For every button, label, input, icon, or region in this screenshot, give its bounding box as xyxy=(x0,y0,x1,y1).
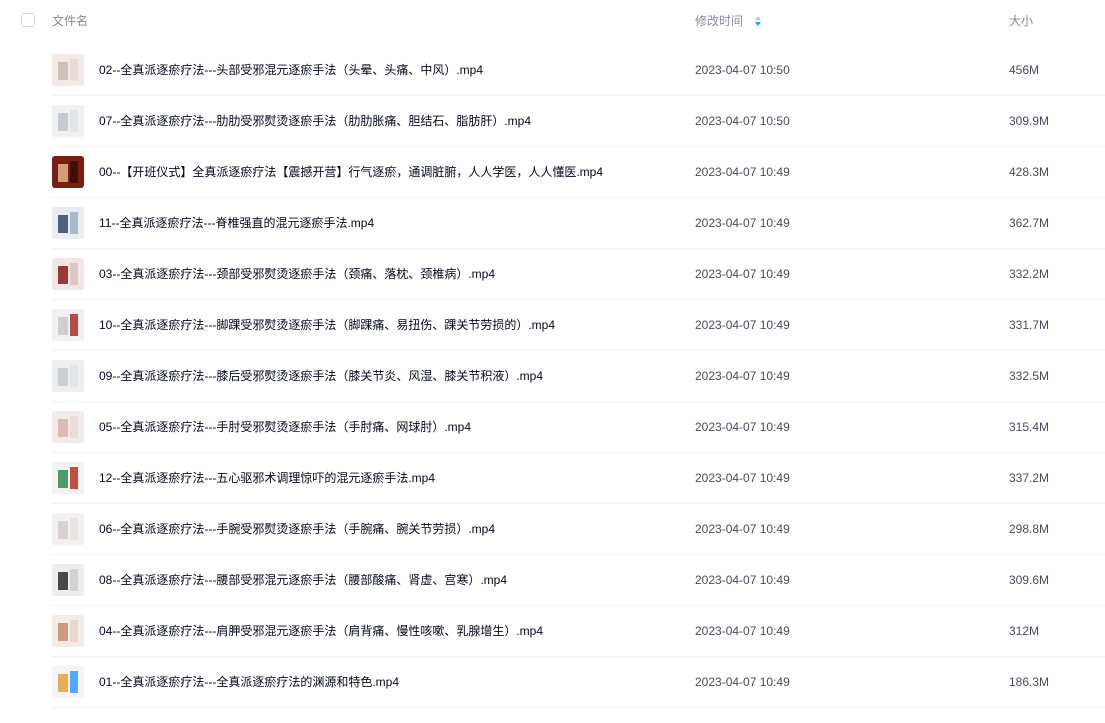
video-thumbnail[interactable] xyxy=(52,615,84,647)
file-name[interactable]: 09--全真派逐瘀疗法---膝后受邪熨烫逐瘀手法（膝关节炎、风湿、膝关节积液）.… xyxy=(99,368,543,384)
file-row[interactable]: 08--全真派逐瘀疗法---腰部受邪混元逐瘀手法（腰部酸痛、肾虚、宫寒）.mp4… xyxy=(0,555,1105,606)
column-header-name[interactable]: 文件名 xyxy=(52,13,88,29)
file-name[interactable]: 00--【开班仪式】全真派逐瘀疗法【震撼开营】行气逐瘀，通调脏腑，人人学医，人人… xyxy=(99,164,603,180)
file-size: 309.9M xyxy=(1009,114,1050,128)
video-thumbnail[interactable] xyxy=(52,360,84,392)
file-modified-time: 2023-04-07 10:49 xyxy=(695,318,790,332)
file-modified-time: 2023-04-07 10:49 xyxy=(695,522,790,536)
file-name[interactable]: 10--全真派逐瘀疗法---脚踝受邪熨烫逐瘀手法（脚踝痛、易扭伤、踝关节劳损的）… xyxy=(99,317,555,333)
video-thumbnail[interactable] xyxy=(52,564,84,596)
video-thumbnail[interactable] xyxy=(52,309,84,341)
file-row[interactable]: 11--全真派逐瘀疗法---脊椎强直的混元逐瘀手法.mp4 2023-04-07 … xyxy=(0,198,1105,249)
file-modified-time: 2023-04-07 10:49 xyxy=(695,267,790,281)
file-modified-time: 2023-04-07 10:49 xyxy=(695,573,790,587)
file-row[interactable]: 06--全真派逐瘀疗法---手腕受邪熨烫逐瘀手法（手腕痛、腕关节劳损）.mp4 2… xyxy=(0,504,1105,555)
file-size: 186.3M xyxy=(1009,675,1050,689)
file-row[interactable]: 07--全真派逐瘀疗法---肋肋受邪熨烫逐瘀手法（肋肋胀痛、胆结石、脂肪肝）.m… xyxy=(0,96,1105,147)
file-name[interactable]: 02--全真派逐瘀疗法---头部受邪混元逐瘀手法（头晕、头痛、中风）.mp4 xyxy=(99,62,483,78)
file-name[interactable]: 12--全真派逐瘀疗法---五心驱邪术调理惊吓的混元逐瘀手法.mp4 xyxy=(99,470,435,486)
file-modified-time: 2023-04-07 10:49 xyxy=(695,624,790,638)
file-row[interactable]: 02--全真派逐瘀疗法---头部受邪混元逐瘀手法（头晕、头痛、中风）.mp4 20… xyxy=(0,45,1105,96)
file-row[interactable]: 01--全真派逐瘀疗法---全真派逐瘀疗法的渊源和特色.mp4 2023-04-0… xyxy=(0,657,1105,708)
file-size: 309.6M xyxy=(1009,573,1050,587)
file-size: 362.7M xyxy=(1009,216,1050,230)
file-name[interactable]: 08--全真派逐瘀疗法---腰部受邪混元逐瘀手法（腰部酸痛、肾虚、宫寒）.mp4 xyxy=(99,572,507,588)
file-row[interactable]: 04--全真派逐瘀疗法---肩胛受邪混元逐瘀手法（肩背痛、慢性咳嗽、乳腺增生）.… xyxy=(0,606,1105,657)
file-modified-time: 2023-04-07 10:49 xyxy=(695,420,790,434)
file-row[interactable]: 00--【开班仪式】全真派逐瘀疗法【震撼开营】行气逐瘀，通调脏腑，人人学医，人人… xyxy=(0,147,1105,198)
video-thumbnail[interactable] xyxy=(52,666,84,698)
file-size: 298.8M xyxy=(1009,522,1050,536)
select-all-checkbox[interactable] xyxy=(21,13,35,27)
list-header: 文件名 修改时间 大小 xyxy=(0,0,1105,44)
file-size: 315.4M xyxy=(1009,420,1050,434)
file-modified-time: 2023-04-07 10:49 xyxy=(695,216,790,230)
sort-icon[interactable] xyxy=(754,15,762,27)
file-modified-time: 2023-04-07 10:49 xyxy=(695,369,790,383)
file-size: 312M xyxy=(1009,624,1040,638)
file-size: 332.2M xyxy=(1009,267,1050,281)
file-size: 337.2M xyxy=(1009,471,1050,485)
file-name[interactable]: 03--全真派逐瘀疗法---颈部受邪熨烫逐瘀手法（颈痛、落枕、颈椎病）.mp4 xyxy=(99,266,495,282)
file-modified-time: 2023-04-07 10:49 xyxy=(695,675,790,689)
column-header-size[interactable]: 大小 xyxy=(1009,13,1033,29)
file-row[interactable]: 03--全真派逐瘀疗法---颈部受邪熨烫逐瘀手法（颈痛、落枕、颈椎病）.mp4 2… xyxy=(0,249,1105,300)
file-modified-time: 2023-04-07 10:50 xyxy=(695,63,790,77)
file-size: 456M xyxy=(1009,63,1040,77)
video-thumbnail[interactable] xyxy=(52,156,84,188)
file-modified-time: 2023-04-07 10:49 xyxy=(695,471,790,485)
file-name[interactable]: 11--全真派逐瘀疗法---脊椎强直的混元逐瘀手法.mp4 xyxy=(99,215,374,231)
file-size: 428.3M xyxy=(1009,165,1050,179)
file-row[interactable]: 12--全真派逐瘀疗法---五心驱邪术调理惊吓的混元逐瘀手法.mp4 2023-0… xyxy=(0,453,1105,504)
video-thumbnail[interactable] xyxy=(52,207,84,239)
file-name[interactable]: 05--全真派逐瘀疗法---手肘受邪熨烫逐瘀手法（手肘痛、网球肘）.mp4 xyxy=(99,419,471,435)
file-list: 文件名 修改时间 大小 02--全真派逐瘀疗法---头部受邪混元逐瘀手法（头晕、… xyxy=(0,0,1105,723)
file-row[interactable]: 09--全真派逐瘀疗法---膝后受邪熨烫逐瘀手法（膝关节炎、风湿、膝关节积液）.… xyxy=(0,351,1105,402)
file-modified-time: 2023-04-07 10:49 xyxy=(695,165,790,179)
file-name[interactable]: 04--全真派逐瘀疗法---肩胛受邪混元逐瘀手法（肩背痛、慢性咳嗽、乳腺增生）.… xyxy=(99,623,543,639)
video-thumbnail[interactable] xyxy=(52,54,84,86)
file-size: 332.5M xyxy=(1009,369,1050,383)
video-thumbnail[interactable] xyxy=(52,411,84,443)
file-rows: 02--全真派逐瘀疗法---头部受邪混元逐瘀手法（头晕、头痛、中风）.mp4 20… xyxy=(0,45,1105,708)
file-name[interactable]: 06--全真派逐瘀疗法---手腕受邪熨烫逐瘀手法（手腕痛、腕关节劳损）.mp4 xyxy=(99,521,495,537)
file-row[interactable]: 05--全真派逐瘀疗法---手肘受邪熨烫逐瘀手法（手肘痛、网球肘）.mp4 202… xyxy=(0,402,1105,453)
video-thumbnail[interactable] xyxy=(52,462,84,494)
file-modified-time: 2023-04-07 10:50 xyxy=(695,114,790,128)
video-thumbnail[interactable] xyxy=(52,513,84,545)
file-name[interactable]: 01--全真派逐瘀疗法---全真派逐瘀疗法的渊源和特色.mp4 xyxy=(99,674,399,690)
file-row[interactable]: 10--全真派逐瘀疗法---脚踝受邪熨烫逐瘀手法（脚踝痛、易扭伤、踝关节劳损的）… xyxy=(0,300,1105,351)
file-size: 331.7M xyxy=(1009,318,1050,332)
video-thumbnail[interactable] xyxy=(52,105,84,137)
video-thumbnail[interactable] xyxy=(52,258,84,290)
column-header-modified-time-label: 修改时间 xyxy=(695,14,744,28)
column-header-modified-time[interactable]: 修改时间 xyxy=(695,13,762,29)
file-name[interactable]: 07--全真派逐瘀疗法---肋肋受邪熨烫逐瘀手法（肋肋胀痛、胆结石、脂肪肝）.m… xyxy=(99,113,531,129)
